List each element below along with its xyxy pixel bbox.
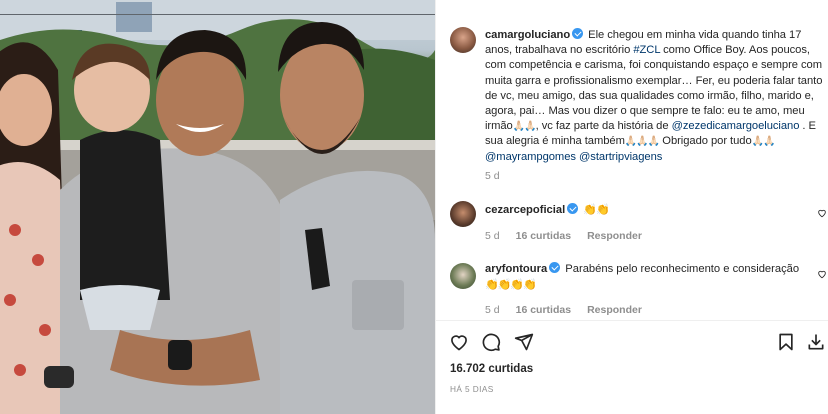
- share-send-icon[interactable]: [514, 332, 534, 352]
- action-bar: [436, 320, 828, 360]
- family-photo-illustration: [0, 0, 435, 414]
- comment-text: 👏👏: [583, 203, 609, 216]
- verified-badge-icon: [549, 262, 561, 273]
- comment-username[interactable]: cezarcepoficial: [485, 204, 565, 216]
- like-heart-icon[interactable]: [449, 332, 469, 352]
- comment-time[interactable]: 5 d: [485, 230, 500, 242]
- praying-hands-emoji: 🙏🏻🙏🏻: [751, 136, 776, 148]
- comment: aryfontoura Parabéns pelo reconhecimento…: [485, 262, 805, 293]
- comment-text: Parabéns pelo reconhecimento e considera…: [565, 263, 800, 275]
- avatar[interactable]: [450, 263, 476, 289]
- likes-count[interactable]: 16.702 curtidas: [450, 363, 533, 375]
- save-bookmark-icon[interactable]: [776, 332, 796, 352]
- verified-badge-icon: [572, 28, 584, 39]
- comment: cezarcepoficial 👏👏: [485, 202, 805, 218]
- praying-hands-emoji: 🙏🏻🙏🏻🙏🏻: [624, 136, 660, 148]
- comment-username[interactable]: aryfontoura: [485, 263, 547, 275]
- hashtag-zcl[interactable]: #ZCL: [633, 44, 660, 56]
- verified-badge-icon: [567, 203, 579, 214]
- clapping-hands-emoji: 👏👏👏👏: [485, 278, 537, 292]
- comment-meta: 5 d 16 curtidas Responder: [485, 304, 642, 316]
- comment-bubble-icon[interactable]: [481, 332, 501, 352]
- post-caption: camargoluciano Ele chegou em minha vida …: [485, 28, 825, 165]
- caption-timestamp[interactable]: 5 d: [485, 170, 500, 182]
- download-icon[interactable]: [806, 332, 826, 352]
- caption-text-3: , vc faz parte da história de: [535, 120, 672, 133]
- caption-text-5: Obrigado por tudo: [662, 135, 752, 148]
- post-panel: camargoluciano Ele chegou em minha vida …: [435, 0, 828, 414]
- avatar[interactable]: [450, 27, 476, 53]
- post-photo: [0, 0, 435, 414]
- post-age: HÁ 5 DIAS: [450, 384, 494, 394]
- reply-button[interactable]: Responder: [587, 304, 642, 316]
- reply-button[interactable]: Responder: [587, 230, 642, 242]
- like-comment-heart-icon[interactable]: [817, 269, 827, 279]
- mention-startripviagens[interactable]: @startripviagens: [579, 151, 662, 163]
- comment-time[interactable]: 5 d: [485, 304, 500, 316]
- caption-username[interactable]: camargoluciano: [485, 29, 570, 41]
- avatar[interactable]: [450, 201, 476, 227]
- comment-meta: 5 d 16 curtidas Responder: [485, 230, 642, 242]
- mention-mayrampgomes[interactable]: @mayrampgomes: [485, 151, 576, 163]
- comment-likes[interactable]: 16 curtidas: [516, 230, 571, 242]
- like-comment-heart-icon[interactable]: [817, 208, 827, 218]
- comment-likes[interactable]: 16 curtidas: [516, 304, 571, 316]
- praying-hands-emoji: 🙏🏻🙏🏻: [512, 121, 537, 133]
- mention-zezedicamargoeluciano[interactable]: @zezedicamargoeluciano: [672, 120, 800, 132]
